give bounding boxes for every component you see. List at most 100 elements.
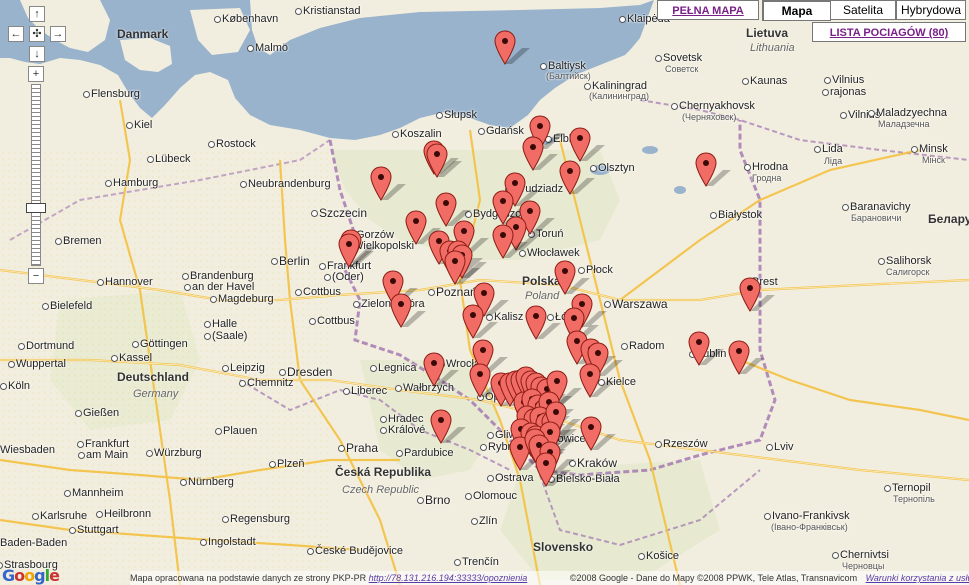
city-label: Гродна — [752, 173, 782, 183]
city-dot-icon — [638, 553, 645, 560]
train-list-button[interactable]: LISTA POCIAGÓW (80) — [812, 22, 966, 42]
city-dot-icon — [309, 318, 316, 325]
zoom-control: + − — [26, 66, 46, 284]
city-label: Cottbus — [317, 315, 355, 327]
city-dot-icon — [132, 341, 139, 348]
city-dot-icon — [353, 301, 360, 308]
map-type-mapa[interactable]: Mapa — [762, 0, 831, 21]
city-dot-icon — [370, 365, 377, 372]
train-marker-icon[interactable] — [728, 340, 768, 376]
city-dot-icon — [184, 284, 191, 291]
city-dot-icon — [204, 321, 211, 328]
city-dot-icon — [64, 490, 71, 497]
train-marker-icon[interactable] — [525, 305, 565, 341]
pan-up-icon[interactable]: ↑ — [29, 6, 45, 22]
zoom-slider-handle[interactable] — [26, 203, 46, 213]
train-marker-icon[interactable] — [569, 127, 609, 163]
train-marker-icon[interactable] — [522, 136, 562, 172]
city-dot-icon — [710, 212, 717, 219]
pan-center-icon[interactable]: ✣ — [29, 26, 45, 42]
city-label: Olsztyn — [598, 162, 635, 174]
city-label: Flensburg — [91, 88, 140, 100]
city-label: (Oder) — [332, 271, 364, 283]
city-label: Koszalin — [400, 128, 442, 140]
city-label: (Saale) — [212, 330, 248, 342]
city-label: Česká Republika — [335, 465, 432, 479]
city-label: Салигорск — [886, 267, 930, 277]
city-label: Gießen — [83, 407, 120, 419]
city-label: København — [222, 13, 279, 25]
city-dot-icon — [311, 210, 318, 217]
city-dot-icon — [814, 146, 821, 153]
train-marker-icon[interactable] — [695, 152, 735, 188]
zoom-out-icon[interactable]: − — [28, 268, 44, 284]
train-marker-icon[interactable] — [338, 233, 378, 269]
city-label: Słupsk — [444, 109, 478, 121]
city-dot-icon — [214, 16, 221, 23]
google-logo[interactable]: Google — [2, 566, 60, 585]
city-dot-icon — [200, 539, 207, 546]
zoom-in-icon[interactable]: + — [28, 66, 44, 82]
city-dot-icon — [884, 485, 891, 492]
map-type-mapa-label: Mapa — [781, 4, 813, 18]
city-dot-icon — [239, 380, 246, 387]
city-dot-icon — [319, 263, 326, 270]
map-type-hybrydowa[interactable]: Hybrydowa — [896, 0, 966, 20]
city-label: Göttingen — [140, 338, 188, 350]
city-dot-icon — [215, 428, 222, 435]
train-marker-icon[interactable] — [688, 331, 728, 367]
train-marker-icon[interactable] — [554, 260, 594, 296]
train-marker-icon[interactable] — [580, 416, 620, 452]
city-dot-icon — [766, 444, 773, 451]
pan-right-icon[interactable]: → — [50, 26, 66, 42]
city-dot-icon — [380, 416, 387, 423]
city-label: Praha — [346, 441, 379, 455]
city-dot-icon — [0, 383, 7, 390]
train-marker-icon[interactable] — [559, 160, 599, 196]
city-label: Plauen — [223, 425, 258, 437]
train-marker-icon[interactable] — [462, 304, 502, 340]
train-marker-icon[interactable] — [423, 352, 463, 388]
city-label: Deutschland — [117, 370, 190, 384]
city-dot-icon — [97, 279, 104, 286]
city-dot-icon — [487, 432, 494, 439]
city-dot-icon — [911, 146, 918, 153]
city-label: (Калининград) — [589, 91, 650, 101]
city-label: Germany — [133, 388, 179, 400]
train-marker-icon[interactable] — [390, 293, 430, 329]
train-marker-icon[interactable] — [430, 409, 470, 445]
train-marker-icon[interactable] — [444, 250, 484, 286]
city-label: Białystok — [718, 209, 763, 221]
terms-link[interactable]: Warunki korzystania z usługi — [866, 573, 969, 583]
train-marker-icon[interactable] — [494, 30, 534, 66]
city-dot-icon — [671, 103, 678, 110]
city-dot-icon — [8, 361, 15, 368]
city-dot-icon — [540, 63, 547, 70]
train-marker-icon[interactable] — [370, 166, 410, 202]
city-label: Olomouc — [473, 490, 518, 502]
city-label: Trenčín — [462, 556, 499, 568]
footer-attribution: Mapa opracowana na podstawie danych ze s… — [130, 571, 969, 585]
train-marker-icon[interactable] — [492, 224, 532, 260]
train-marker-icon[interactable] — [739, 277, 779, 313]
pan-left-icon[interactable]: ← — [8, 26, 24, 42]
map-type-satelita[interactable]: Satelita — [830, 0, 896, 20]
city-dot-icon — [126, 122, 133, 129]
city-label: Malmö — [255, 42, 289, 54]
city-dot-icon — [324, 274, 331, 281]
city-label: (Івано-Франківськ) — [771, 522, 848, 532]
city-dot-icon — [111, 355, 118, 362]
city-label: Halle — [212, 318, 238, 330]
train-marker-icon[interactable] — [535, 452, 575, 488]
train-marker-icon[interactable] — [426, 143, 466, 179]
city-dot-icon — [295, 289, 302, 296]
zoom-slider-track[interactable] — [31, 84, 41, 266]
footer-link[interactable]: http://78.131.216.194:33333/opoznienia — [369, 573, 528, 583]
city-label: Ostrava — [495, 472, 534, 484]
pan-down-icon[interactable]: ↓ — [29, 46, 45, 62]
city-label: Lithuania — [750, 42, 795, 54]
city-dot-icon — [822, 89, 829, 96]
full-map-button[interactable]: PEŁNA MAPA — [657, 0, 759, 20]
city-label: Berlin — [279, 254, 310, 268]
city-label: Hamburg — [113, 177, 159, 189]
